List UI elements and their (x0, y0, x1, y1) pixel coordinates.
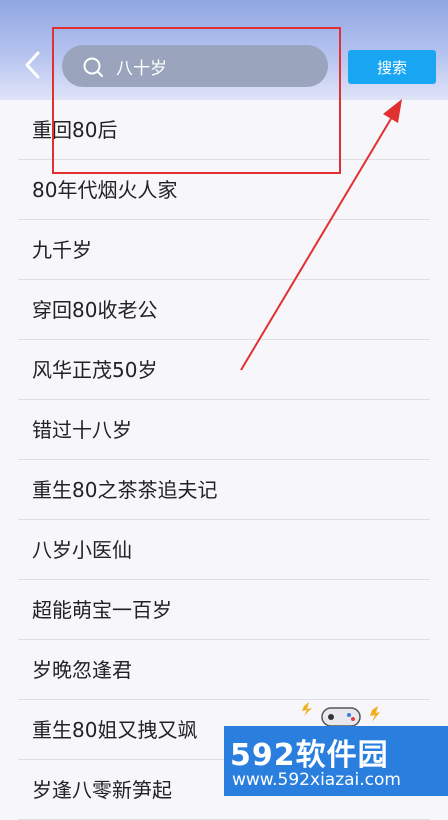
header-bar: 搜索 (0, 0, 448, 100)
search-result-label: 风华正茂50岁 (32, 358, 158, 382)
search-button[interactable]: 搜索 (348, 50, 436, 84)
search-result-item[interactable]: 九千岁 (18, 220, 430, 280)
search-result-label: 80年代烟火人家 (32, 178, 178, 202)
watermark-logo-text: 592软件园 (230, 738, 389, 773)
search-result-label: 超能萌宝一百岁 (32, 598, 172, 622)
search-input[interactable] (116, 45, 316, 87)
search-result-item[interactable]: 风华正茂50岁 (18, 340, 430, 400)
search-result-label: 错过十八岁 (32, 418, 132, 442)
search-result-item[interactable]: 80年代烟火人家 (18, 160, 430, 220)
search-result-label: 重生80姐又拽又飒 (32, 718, 198, 742)
search-result-label: 岁逢八零新笋起 (32, 778, 172, 802)
search-result-label: 穿回80收老公 (32, 298, 158, 322)
search-result-item[interactable]: 重回80后 (18, 100, 430, 160)
search-result-item[interactable]: 重生80之茶茶追夫记 (18, 460, 430, 520)
search-result-item[interactable]: 超能萌宝一百岁 (18, 580, 430, 640)
search-result-item[interactable]: 岁晚忽逢君 (18, 640, 430, 700)
search-result-item[interactable]: 八岁小医仙 (18, 520, 430, 580)
search-result-label: 重回80后 (32, 118, 118, 142)
search-result-label: 重生80之茶茶追夫记 (32, 478, 218, 502)
search-result-label: 九千岁 (32, 238, 92, 262)
back-button[interactable] (16, 48, 50, 82)
search-icon (83, 57, 103, 77)
chevron-left-icon (25, 51, 40, 79)
search-result-item[interactable]: 穿回80收老公 (18, 280, 430, 340)
search-result-item[interactable]: 错过十八岁 (18, 400, 430, 460)
watermark-logo: 592软件园 www.592xiazai.com (224, 726, 448, 796)
search-result-label: 八岁小医仙 (32, 538, 132, 562)
search-result-label: 岁晚忽逢君 (32, 658, 132, 682)
search-box[interactable] (62, 45, 328, 87)
watermark-url-text: www.592xiazai.com (232, 770, 401, 790)
